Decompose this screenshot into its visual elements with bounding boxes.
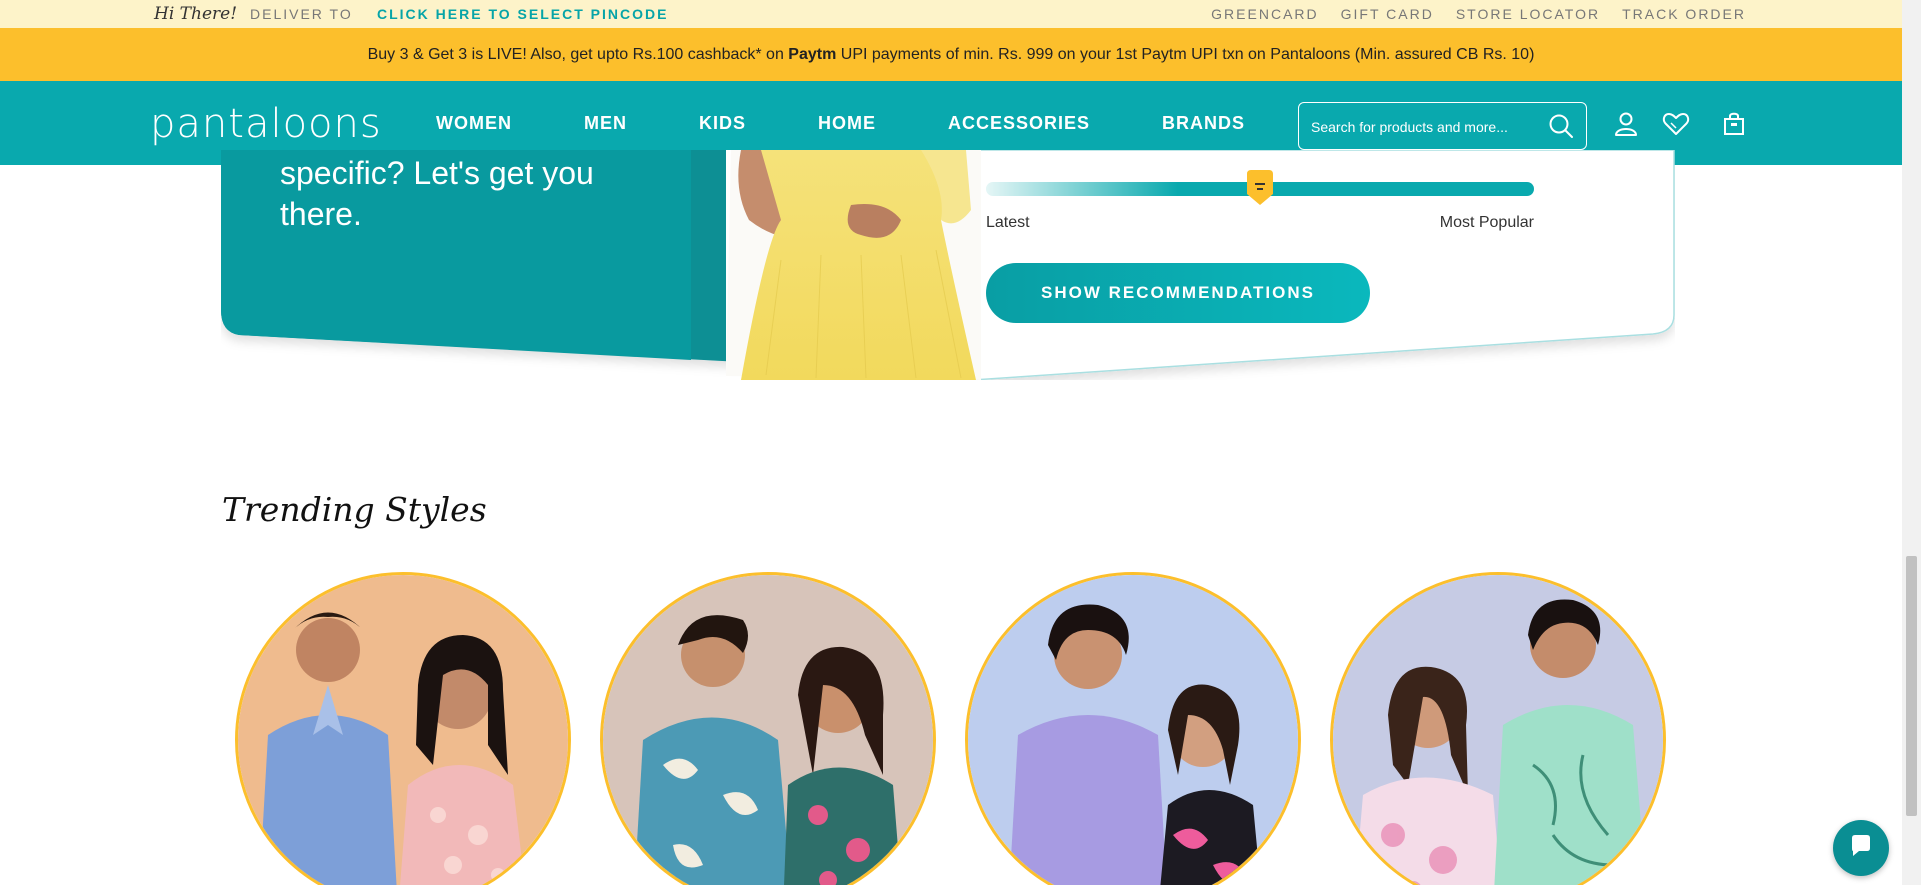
page-scrollbar[interactable]: [1902, 0, 1921, 885]
category-nav: WOMEN MEN KIDS HOME ACCESSORIES BRANDS: [436, 113, 1245, 134]
utility-links: GREENCARD GIFT CARD STORE LOCATOR TRACK …: [1211, 6, 1746, 22]
utility-bar: Hi There! DELIVER TO CLICK HERE TO SELEC…: [0, 0, 1902, 28]
nav-accessories[interactable]: ACCESSORIES: [948, 113, 1090, 134]
store-locator-link[interactable]: STORE LOCATOR: [1456, 6, 1600, 22]
select-pincode-link[interactable]: CLICK HERE TO SELECT PINCODE: [377, 6, 668, 22]
promo-brand: Paytm: [788, 45, 837, 63]
search-box[interactable]: [1298, 102, 1587, 150]
nav-brands[interactable]: BRANDS: [1162, 113, 1245, 134]
slider-thumb[interactable]: [1245, 170, 1275, 206]
track-order-link[interactable]: TRACK ORDER: [1622, 6, 1746, 22]
nav-women[interactable]: WOMEN: [436, 113, 512, 134]
pantaloons-logo[interactable]: pantaloons: [150, 101, 382, 147]
trend-card-2[interactable]: [600, 572, 936, 885]
nav-kids[interactable]: KIDS: [699, 113, 746, 134]
banner-heading-line2: there.: [280, 196, 362, 232]
promo-banner[interactable]: Buy 3 & Get 3 is LIVE! Also, get upto Rs…: [0, 28, 1902, 81]
slider-max-label: Most Popular: [1439, 214, 1534, 231]
deliver-to-label: DELIVER TO: [250, 6, 353, 22]
trending-styles-title: Trending Styles: [222, 490, 487, 529]
trend-card-4[interactable]: [1330, 572, 1666, 885]
nav-men[interactable]: MEN: [584, 113, 627, 134]
promo-text-before: Buy 3 & Get 3 is LIVE! Also, get upto Rs…: [367, 45, 789, 63]
greencard-link[interactable]: GREENCARD: [1211, 6, 1318, 22]
greeting-text: Hi There!: [154, 4, 238, 24]
scrollbar-thumb[interactable]: [1906, 556, 1917, 816]
heart-icon[interactable]: [1662, 111, 1690, 142]
banner-heading: specific? Let's get you there.: [280, 153, 640, 235]
bag-icon[interactable]: [1722, 111, 1746, 142]
search-icon[interactable]: [1548, 113, 1574, 144]
gift-card-link[interactable]: GIFT CARD: [1341, 6, 1434, 22]
trend-card-1[interactable]: [235, 572, 571, 885]
banner-heading-line1: specific? Let's get you: [280, 155, 594, 191]
nav-home[interactable]: HOME: [818, 113, 876, 134]
promo-text-after: UPI payments of min. Rs. 999 on your 1st…: [836, 45, 1535, 63]
user-icon[interactable]: [1614, 111, 1638, 142]
search-input[interactable]: [1311, 115, 1541, 139]
slider-min-label: Latest: [986, 214, 1030, 231]
chat-button[interactable]: [1833, 820, 1889, 876]
show-recommendations-button[interactable]: SHOW RECOMMENDATIONS: [986, 263, 1370, 323]
chat-bubble-icon: [1848, 833, 1874, 864]
trend-card-3[interactable]: [965, 572, 1301, 885]
